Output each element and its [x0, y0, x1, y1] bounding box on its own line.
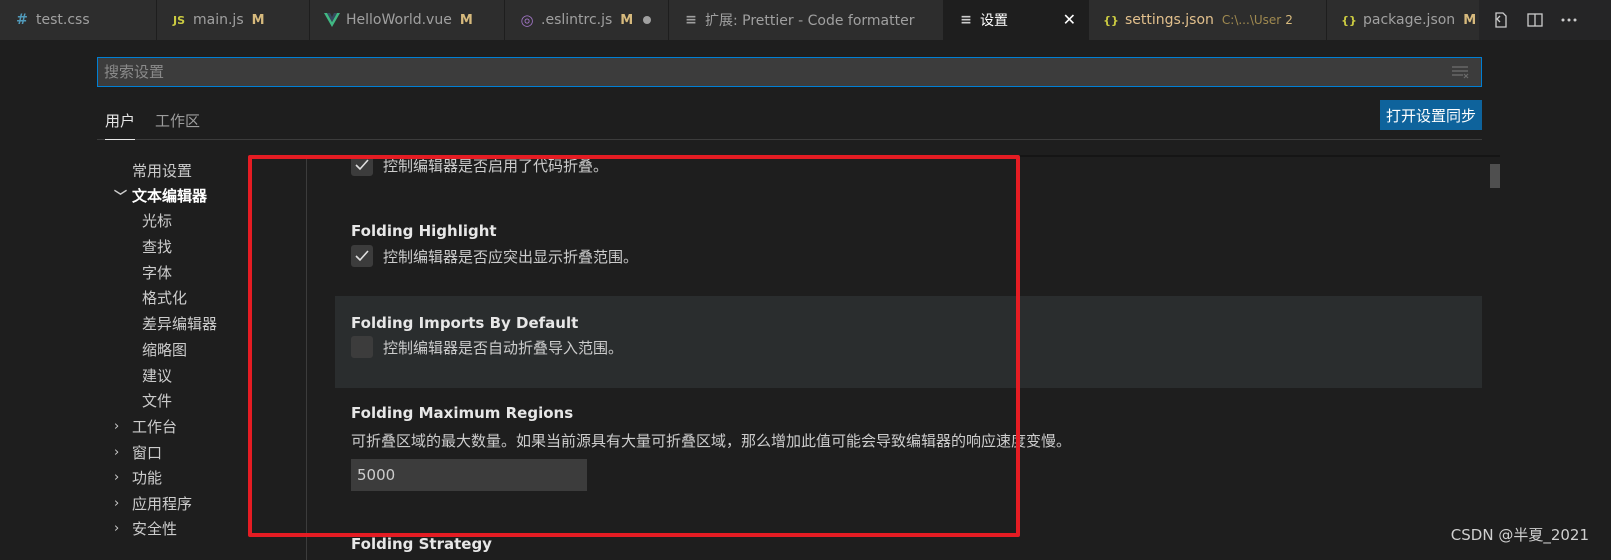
split-editor-button[interactable] — [1525, 10, 1545, 30]
more-actions-button[interactable] — [1559, 10, 1579, 30]
close-icon[interactable]: ✕ — [1063, 10, 1076, 29]
settings-editor-icon: ≡ — [960, 12, 972, 28]
tab-label: HelloWorld.vue — [346, 12, 452, 28]
toc-label: 功能 — [132, 468, 163, 487]
search-input[interactable] — [98, 58, 1481, 86]
toc-item-files[interactable]: 文件 — [142, 388, 172, 412]
problem-count-badge: 2 — [1285, 13, 1293, 27]
toc-item-workbench[interactable]: › 工作台 — [114, 414, 177, 438]
toc-item-application[interactable]: › 应用程序 — [114, 491, 192, 515]
preview-icon: ≡ — [685, 12, 697, 28]
js-file-icon: JS — [172, 13, 185, 27]
toc-label: 窗口 — [132, 443, 163, 462]
json-file-icon: {} — [1103, 13, 1119, 27]
toc-item-font[interactable]: 字体 — [142, 260, 172, 284]
toc-label: 文件 — [142, 391, 173, 410]
tab-prettier-extension[interactable]: ≡ 扩展: Prettier - Code formatter — [669, 0, 944, 40]
toc-item-cursor[interactable]: 光标 — [142, 208, 172, 232]
toc-label: 缩略图 — [142, 340, 188, 359]
tab-eslintrc-js[interactable]: ◎ .eslintrc.js M — [505, 0, 669, 40]
chevron-right-icon: › — [114, 444, 120, 460]
tab-main-js[interactable]: JS main.js M — [157, 0, 310, 40]
highlight-annotation-box — [248, 155, 1020, 537]
tab-workspace[interactable]: 工作区 — [155, 110, 200, 139]
tab-label: 设置 — [980, 13, 1008, 29]
modified-badge: M — [1463, 12, 1477, 28]
toc-item-window[interactable]: › 窗口 — [114, 440, 162, 464]
modified-badge: M — [459, 12, 473, 28]
vue-file-icon — [324, 12, 340, 28]
tab-label: settings.json — [1125, 12, 1214, 28]
modified-badge: M — [620, 12, 634, 28]
json-file-icon: {} — [1341, 13, 1357, 27]
editor-actions — [1479, 0, 1611, 40]
settings-scrollbar[interactable] — [1490, 164, 1500, 188]
tab-label: package.json — [1363, 12, 1456, 28]
more-icon — [1561, 18, 1577, 22]
tab-label: .eslintrc.js — [541, 12, 613, 28]
toc-label: 差异编辑器 — [142, 314, 218, 333]
chevron-right-icon: › — [114, 520, 120, 536]
tab-path: C:\...\User — [1221, 13, 1282, 27]
toc-item-features[interactable]: › 功能 — [114, 465, 162, 489]
settings-scope-tabs: 用户 工作区 打开设置同步 — [97, 100, 1482, 140]
toc-label: 格式化 — [142, 288, 188, 307]
tab-label: test.css — [36, 12, 90, 28]
tab-label: 扩展: Prettier - Code formatter — [705, 13, 915, 29]
tab-user[interactable]: 用户 — [105, 110, 136, 140]
toc-label: 工作台 — [132, 417, 178, 436]
watermark: CSDN @半夏_2021 — [1450, 526, 1589, 544]
open-settings-json-button[interactable] — [1491, 10, 1511, 30]
toc-item-formatting[interactable]: 格式化 — [142, 285, 187, 309]
toc-label: 文本编辑器 — [132, 186, 208, 205]
setting-title: Folding Strategy — [351, 535, 492, 553]
chevron-down-icon: ﹀ — [114, 189, 128, 205]
unsaved-dot-icon — [643, 16, 652, 24]
toc-item-text-editor[interactable]: ﹀ 文本编辑器 — [114, 183, 207, 207]
toc-item-find[interactable]: 查找 — [142, 234, 172, 258]
chevron-right-icon: › — [114, 418, 120, 434]
tab-helloworld-vue[interactable]: HelloWorld.vue M — [310, 0, 505, 40]
toc-item-commonly-used[interactable]: 常用设置 — [132, 158, 192, 182]
modified-badge: M — [251, 12, 265, 28]
tab-label: main.js — [193, 12, 244, 28]
filter-icon[interactable] — [1451, 65, 1469, 79]
chevron-right-icon: › — [114, 469, 120, 485]
toc-item-minimap[interactable]: 缩略图 — [142, 337, 187, 361]
tab-test-css[interactable]: # test.css — [0, 0, 157, 40]
tab-package-json[interactable]: {} package.json M — [1327, 0, 1500, 40]
toc-label: 安全性 — [132, 519, 178, 538]
toc-label: 建议 — [142, 366, 173, 385]
tab-settings-json[interactable]: {} settings.json C:\...\User 2 — [1089, 0, 1327, 40]
chevron-right-icon: › — [114, 495, 120, 511]
eslint-file-icon: ◎ — [520, 11, 534, 29]
split-editor-icon — [1527, 13, 1543, 27]
toc-label: 常用设置 — [132, 161, 193, 180]
toc-label: 应用程序 — [132, 494, 193, 513]
toc-item-suggestions[interactable]: 建议 — [142, 363, 172, 387]
editor-tab-bar: # test.css JS main.js M HelloWorld.vue M… — [0, 0, 1611, 40]
toc-item-security[interactable]: › 安全性 — [114, 516, 177, 540]
tab-settings[interactable]: ≡ 设置 ✕ — [944, 0, 1089, 40]
turn-on-settings-sync-button[interactable]: 打开设置同步 — [1379, 100, 1482, 130]
settings-search-box — [97, 57, 1482, 87]
toc-label: 光标 — [142, 211, 173, 230]
toc-item-diff-editor[interactable]: 差异编辑器 — [142, 311, 217, 335]
css-file-icon: # — [16, 12, 28, 28]
toc-label: 查找 — [142, 237, 173, 256]
open-file-icon — [1495, 12, 1507, 28]
toc-label: 字体 — [142, 263, 173, 282]
